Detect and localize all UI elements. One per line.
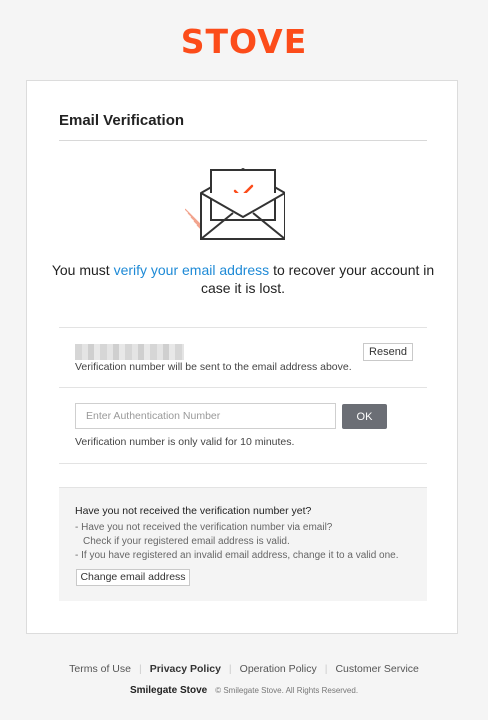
email-note: Verification number will be sent to the …: [75, 361, 352, 373]
resend-button[interactable]: Resend: [363, 343, 413, 361]
separator: |: [138, 663, 142, 675]
section-divider: [59, 463, 427, 464]
title-divider: [59, 140, 427, 141]
authentication-number-input[interactable]: [75, 403, 336, 429]
verification-card: Email Verification You must verify your …: [26, 80, 458, 634]
help-item: - If you have registered an invalid emai…: [75, 550, 399, 561]
footer-copyright: Smilegate Stove © Smilegate Stove. All Ri…: [0, 685, 488, 696]
verification-message: You must verify your email address to re…: [47, 261, 439, 297]
separator: |: [228, 663, 232, 675]
card-title: Email Verification: [59, 112, 185, 129]
validity-note: Verification number is only valid for 10…: [75, 436, 295, 448]
envelope-check-icon: [185, 168, 285, 240]
smilegate-stove-logo: Smilegate Stove: [129, 685, 208, 696]
logo-text: STOVE: [180, 22, 308, 61]
section-divider: [59, 387, 427, 388]
operation-policy-link[interactable]: Operation Policy: [240, 663, 317, 675]
terms-of-use-link[interactable]: Terms of Use: [69, 663, 131, 675]
privacy-policy-link[interactable]: Privacy Policy: [150, 663, 221, 675]
help-item: Check if your registered email address i…: [83, 536, 290, 547]
change-email-button[interactable]: Change email address: [76, 569, 190, 586]
message-prefix: You must: [51, 262, 114, 278]
separator: |: [324, 663, 328, 675]
verify-email-link[interactable]: verify your email address: [114, 262, 270, 278]
copyright-text: © Smilegate Stove. All Rights Reserved.: [215, 686, 359, 695]
stove-logo[interactable]: STOVE: [0, 22, 488, 61]
help-item: - Have you not received the verification…: [75, 522, 333, 533]
customer-service-link[interactable]: Customer Service: [335, 663, 418, 675]
ok-button[interactable]: OK: [342, 404, 387, 429]
masked-email-address: [75, 344, 184, 360]
help-title: Have you not received the verification n…: [75, 505, 312, 517]
footer-links: Terms of Use | Privacy Policy | Operation Po…: [0, 663, 488, 675]
help-box: Have you not received the verification n…: [59, 487, 427, 601]
section-divider: [59, 327, 427, 328]
